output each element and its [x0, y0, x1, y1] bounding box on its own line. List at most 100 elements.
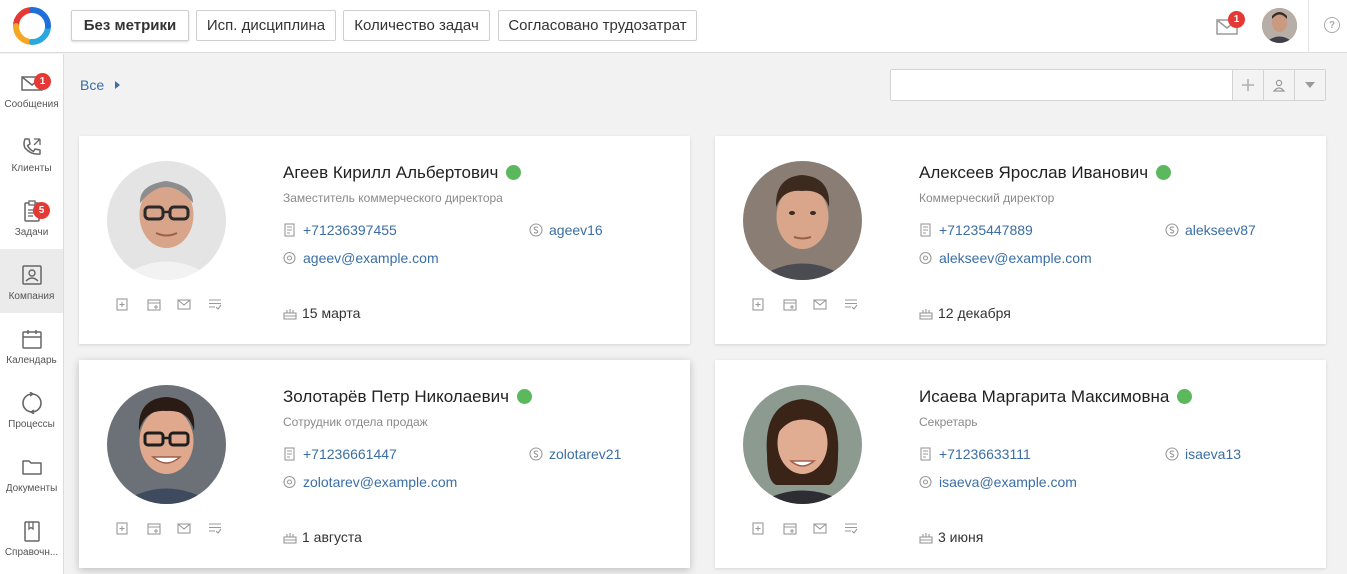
tab-no-metric[interactable]: Без метрики	[71, 10, 189, 41]
calendar-icon	[21, 330, 42, 349]
search-input[interactable]	[891, 70, 1232, 100]
card-actions	[751, 521, 861, 535]
sidebar-item-processes[interactable]: Процессы	[0, 377, 63, 441]
person-icon	[1272, 79, 1286, 92]
search-panel	[890, 69, 1326, 101]
employee-skype[interactable]: ageev16	[529, 222, 603, 238]
add-button[interactable]	[1232, 70, 1263, 100]
add-event-icon[interactable]	[783, 521, 797, 535]
online-status-dot	[1156, 165, 1172, 180]
employee-phone[interactable]: +71236661447	[283, 446, 397, 462]
employee-skype[interactable]: zolotarev21	[529, 446, 621, 462]
employee-birthday: 1 августа	[283, 529, 362, 545]
task-list-icon[interactable]	[208, 297, 222, 311]
messages-badge: 1	[1228, 11, 1245, 28]
book-icon	[23, 521, 40, 542]
task-list-icon[interactable]	[844, 521, 858, 535]
online-status-dot	[517, 389, 533, 404]
sidebar-item-reference[interactable]: Справочн...	[0, 505, 63, 569]
skype-icon	[1165, 447, 1179, 461]
employee-card[interactable]: Золотарёв Петр Николаевич Сотрудник отде…	[79, 360, 690, 568]
phone-icon	[22, 138, 41, 155]
company-icon	[21, 265, 42, 285]
employee-name[interactable]: Исаева Маргарита Максимовна	[919, 387, 1193, 407]
messages-button[interactable]: 1	[1215, 11, 1245, 38]
tab-discipline[interactable]: Исп. дисциплина	[196, 10, 336, 41]
sidebar-item-messages[interactable]: 1 Сообщения	[0, 57, 63, 121]
card-actions	[115, 297, 225, 311]
breadcrumb-arrow-icon[interactable]	[115, 81, 120, 89]
messages-count-badge: 1	[34, 73, 51, 90]
employee-position: Сотрудник отдела продаж	[283, 415, 428, 429]
add-task-icon[interactable]	[751, 521, 765, 535]
employee-phone[interactable]: +71236397455	[283, 222, 397, 238]
employee-birthday: 12 декабря	[919, 305, 1011, 321]
cake-icon	[283, 533, 297, 544]
task-list-icon[interactable]	[208, 521, 222, 535]
add-event-icon[interactable]	[147, 521, 161, 535]
employee-photo[interactable]	[107, 385, 226, 504]
chevron-down-icon	[1305, 82, 1315, 88]
employee-skype[interactable]: isaeva13	[1165, 446, 1241, 462]
user-avatar[interactable]	[1262, 8, 1297, 43]
top-bar: Без метрики Исп. дисциплина Количество з…	[0, 0, 1347, 53]
employee-phone[interactable]: +71236633111	[919, 446, 1031, 462]
sidebar-item-label: Клиенты	[11, 163, 52, 174]
employee-position: Секретарь	[919, 415, 978, 429]
breadcrumb-all[interactable]: Все	[80, 77, 104, 93]
sidebar-item-company[interactable]: Компания	[0, 249, 63, 313]
employee-skype[interactable]: alekseev87	[1165, 222, 1256, 238]
phone-book-icon	[284, 223, 295, 237]
card-actions	[751, 297, 861, 311]
employee-position: Заместитель коммерческого директора	[283, 191, 503, 205]
employee-birthday: 15 марта	[283, 305, 360, 321]
add-task-icon[interactable]	[115, 521, 129, 535]
card-actions	[115, 521, 225, 535]
plus-icon	[1242, 79, 1254, 91]
employee-card[interactable]: Алексеев Ярослав Иванович Коммерческий д…	[715, 136, 1326, 344]
employee-photo[interactable]	[107, 161, 226, 280]
employee-name[interactable]: Алексеев Ярослав Иванович	[919, 163, 1172, 183]
employee-position: Коммерческий директор	[919, 191, 1055, 205]
employee-phone[interactable]: +71235447889	[919, 222, 1033, 238]
task-list-icon[interactable]	[844, 297, 858, 311]
employee-card[interactable]: Исаева Маргарита Максимовна Секретарь +7…	[715, 360, 1326, 568]
sidebar-item-calendar[interactable]: Календарь	[0, 313, 63, 377]
employee-name[interactable]: Золотарёв Петр Николаевич	[283, 387, 533, 407]
sidebar-item-documents[interactable]: Документы	[0, 441, 63, 505]
employee-birthday: 3 июня	[919, 529, 983, 545]
add-task-icon[interactable]	[115, 297, 129, 311]
add-event-icon[interactable]	[783, 297, 797, 311]
tab-agreed-effort[interactable]: Согласовано трудозатрат	[498, 10, 697, 41]
employee-card[interactable]: Агеев Кирилл Альбертович Заместитель ком…	[79, 136, 690, 344]
employee-email[interactable]: zolotarev@example.com	[283, 474, 457, 490]
app-logo[interactable]	[12, 6, 52, 46]
cake-icon	[919, 533, 933, 544]
send-message-icon[interactable]	[177, 521, 191, 535]
add-task-icon[interactable]	[751, 297, 765, 311]
sidebar-item-label: Документы	[5, 483, 58, 494]
at-icon	[919, 251, 932, 265]
cake-icon	[919, 309, 933, 320]
sidebar-item-clients[interactable]: Клиенты	[0, 121, 63, 185]
sidebar-item-label: Сообщения	[4, 99, 59, 110]
employee-email[interactable]: ageev@example.com	[283, 250, 439, 266]
skype-icon	[1165, 223, 1179, 237]
employee-email[interactable]: isaeva@example.com	[919, 474, 1077, 490]
employee-email[interactable]: alekseev@example.com	[919, 250, 1092, 266]
help-icon[interactable]: ?	[1324, 17, 1340, 33]
employee-photo[interactable]	[743, 385, 862, 504]
tab-task-count[interactable]: Количество задач	[343, 10, 490, 41]
send-message-icon[interactable]	[177, 297, 191, 311]
user-filter-button[interactable]	[1263, 70, 1294, 100]
employee-photo[interactable]	[743, 161, 862, 280]
sidebar-item-label: Задачи	[14, 227, 49, 238]
cake-icon	[283, 309, 297, 320]
send-message-icon[interactable]	[813, 521, 827, 535]
employee-name[interactable]: Агеев Кирилл Альбертович	[283, 163, 522, 183]
sidebar-item-tasks[interactable]: 5 Задачи	[0, 185, 63, 249]
send-message-icon[interactable]	[813, 297, 827, 311]
online-status-dot	[506, 165, 522, 180]
add-event-icon[interactable]	[147, 297, 161, 311]
dropdown-button[interactable]	[1294, 70, 1325, 100]
